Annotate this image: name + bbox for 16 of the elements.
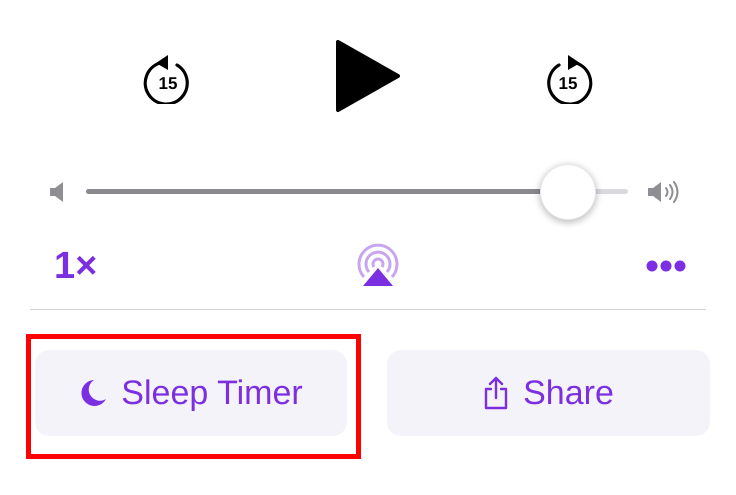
skip-back-button[interactable]: 15	[142, 48, 194, 104]
volume-slider[interactable]	[86, 164, 628, 220]
playback-speed-button[interactable]: 1×	[54, 247, 98, 285]
volume-thumb[interactable]	[540, 164, 596, 220]
share-icon	[483, 376, 510, 410]
action-button[interactable]: Share	[387, 350, 710, 436]
skip-seconds-label: 15	[558, 75, 578, 92]
play-button[interactable]	[335, 39, 401, 113]
play-icon	[335, 39, 401, 113]
moon-icon	[79, 378, 108, 408]
more-icon	[646, 260, 686, 272]
action-button[interactable]: Sleep Timer	[35, 350, 347, 436]
skip-seconds-label: 15	[158, 75, 178, 92]
airplay-icon[interactable]	[354, 243, 401, 289]
volume-low-icon	[50, 181, 66, 203]
skip-forward-button[interactable]: 15	[542, 48, 594, 104]
